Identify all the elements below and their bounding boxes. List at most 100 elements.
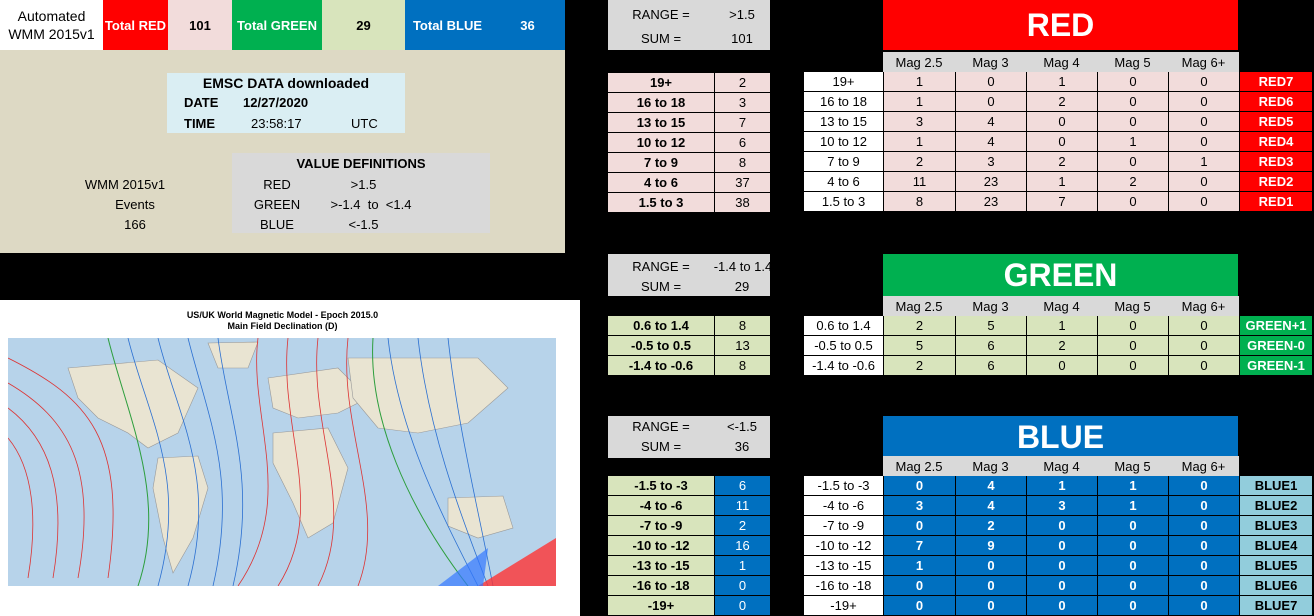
red-mag-cell-3-1: 4	[955, 132, 1026, 152]
red-mag-cell-2-0: 3	[883, 112, 955, 132]
time-value: 23:58:17	[251, 116, 302, 131]
info-line2: Events	[115, 196, 155, 212]
red-mag-header-tag-blank	[1239, 52, 1312, 72]
blue-mag-cell-5-0: 0	[883, 576, 955, 596]
blue-mag-cell-3-1: 9	[955, 536, 1026, 556]
time-label: TIME	[184, 116, 216, 131]
blue-mag-tag-3: BLUE4	[1239, 536, 1312, 556]
blue-range-label: RANGE =	[632, 418, 690, 434]
blue-mag-cell-3-2: 0	[1026, 536, 1097, 556]
red-mag-cell-3-4: 0	[1168, 132, 1239, 152]
blue-mag-range-4: -13 to -15	[804, 556, 883, 576]
green-mag-cell-2-0: 2	[883, 356, 955, 376]
blue-mag-cell-1-0: 3	[883, 496, 955, 516]
red-range-value: >1.5	[729, 6, 755, 22]
red-mag-tag-5: RED2	[1239, 172, 1312, 192]
blue-mag-tag-1: BLUE2	[1239, 496, 1312, 516]
info-line1: WMM 2015v1	[84, 176, 166, 192]
blue-mag-table: Mag 2.5 Mag 3 Mag 4 Mag 5 Mag 6+ -1.5 to -3 0 4…	[804, 456, 1312, 616]
red-mag-cell-5-1: 23	[955, 172, 1026, 192]
blue-mag-cell-4-3: 0	[1097, 556, 1168, 576]
red-mag-cell-2-1: 4	[955, 112, 1026, 132]
blue-mag-cell-4-1: 0	[955, 556, 1026, 576]
red-count-value-0: 2	[714, 73, 770, 93]
green-mag-header-2: Mag 4	[1026, 296, 1097, 316]
blue-mag-header-4: Mag 6+	[1168, 456, 1239, 476]
blue-mag-tag-2: BLUE3	[1239, 516, 1312, 536]
red-mag-cell-0-1: 0	[955, 72, 1026, 92]
green-mag-cell-1-2: 2	[1026, 336, 1097, 356]
red-mag-range-6: 1.5 to 3	[804, 192, 883, 212]
green-mag-cell-2-3: 0	[1097, 356, 1168, 376]
emsc-box: EMSC DATA downloaded DATE 12/27/2020 TIM…	[167, 73, 405, 133]
blue-mag-cell-2-0: 0	[883, 516, 955, 536]
blue-count-value-3: 16	[714, 536, 770, 556]
green-range-label: RANGE =	[632, 258, 690, 274]
green-mag-cell-1-0: 5	[883, 336, 955, 356]
blue-mag-cell-4-0: 1	[883, 556, 955, 576]
green-count-value-2: 8	[714, 356, 770, 376]
green-count-range-1: -0.5 to 0.5	[608, 336, 714, 356]
red-count-range-6: 1.5 to 3	[608, 193, 714, 213]
def-blue-value: <-1.5	[348, 216, 379, 232]
green-count-table: 0.6 to 1.4 8 -0.5 to 0.5 13 -1.4 to -0.6 8	[608, 316, 770, 376]
green-mag-cell-1-4: 0	[1168, 336, 1239, 356]
blue-count-range-3: -10 to -12	[608, 536, 714, 556]
red-mag-range-2: 13 to 15	[804, 112, 883, 132]
green-mag-header-3: Mag 5	[1097, 296, 1168, 316]
red-mag-cell-6-1: 23	[955, 192, 1026, 212]
red-mag-range-5: 4 to 6	[804, 172, 883, 192]
red-mag-cell-6-2: 7	[1026, 192, 1097, 212]
blue-mag-cell-5-3: 0	[1097, 576, 1168, 596]
blue-count-value-6: 0	[714, 596, 770, 616]
red-mag-cell-0-2: 1	[1026, 72, 1097, 92]
red-mag-cell-3-0: 1	[883, 132, 955, 152]
title-cell: Automated WMM 2015v1	[0, 0, 103, 50]
red-mag-cell-2-3: 0	[1097, 112, 1168, 132]
green-count-value-1: 13	[714, 336, 770, 356]
blue-mag-cell-0-4: 0	[1168, 476, 1239, 496]
blue-mag-tag-6: BLUE7	[1239, 596, 1312, 616]
blue-mag-range-3: -10 to -12	[804, 536, 883, 556]
red-mag-tag-0: RED7	[1239, 72, 1312, 92]
blue-mag-cell-3-3: 0	[1097, 536, 1168, 556]
blue-mag-cell-4-2: 0	[1026, 556, 1097, 576]
red-mag-cell-4-4: 1	[1168, 152, 1239, 172]
green-count-range-2: -1.4 to -0.6	[608, 356, 714, 376]
green-mag-cell-0-3: 0	[1097, 316, 1168, 336]
green-heading: GREEN	[883, 254, 1238, 296]
def-green-value: >-1.4 to <1.4	[330, 196, 412, 212]
blue-mag-cell-1-1: 4	[955, 496, 1026, 516]
blue-mag-cell-5-2: 0	[1026, 576, 1097, 596]
red-sum-label: SUM =	[640, 30, 682, 46]
blue-mag-cell-6-0: 0	[883, 596, 955, 616]
green-mag-cell-0-2: 1	[1026, 316, 1097, 336]
red-count-range-2: 13 to 15	[608, 113, 714, 133]
total-blue-value: 36	[490, 0, 565, 50]
red-mag-cell-1-0: 1	[883, 92, 955, 112]
blue-mag-cell-1-2: 3	[1026, 496, 1097, 516]
blue-mag-range-6: -19+	[804, 596, 883, 616]
value-definitions-box: VALUE DEFINITIONS RED >1.5 GREEN >-1.4 t…	[232, 153, 490, 233]
green-count-range-0: 0.6 to 1.4	[608, 316, 714, 336]
green-mag-tag-2: GREEN-1	[1239, 356, 1312, 376]
red-count-value-6: 38	[714, 193, 770, 213]
red-range-box: RANGE = >1.5 SUM = 101	[608, 0, 770, 50]
green-sum-value: 29	[734, 278, 750, 294]
red-mag-cell-2-2: 0	[1026, 112, 1097, 132]
def-red-name: RED	[263, 176, 291, 192]
green-mag-cell-2-1: 6	[955, 356, 1026, 376]
blue-mag-cell-5-4: 0	[1168, 576, 1239, 596]
blue-sum-label: SUM =	[640, 438, 682, 454]
total-green-label: Total GREEN	[232, 0, 322, 50]
def-green-name: GREEN	[253, 196, 301, 212]
green-range-value: -1.4 to 1.4	[713, 258, 773, 274]
red-count-table: 19+ 2 16 to 18 3 13 to 15 7 10 to 12 6 7 to 984 …	[608, 73, 770, 213]
blue-mag-header-2: Mag 4	[1026, 456, 1097, 476]
blue-count-value-1: 11	[714, 496, 770, 516]
blue-count-range-0: -1.5 to -3	[608, 476, 714, 496]
red-mag-tag-1: RED6	[1239, 92, 1312, 112]
red-count-value-4: 8	[714, 153, 770, 173]
blue-count-range-6: -19+	[608, 596, 714, 616]
blue-mag-cell-0-1: 4	[955, 476, 1026, 496]
